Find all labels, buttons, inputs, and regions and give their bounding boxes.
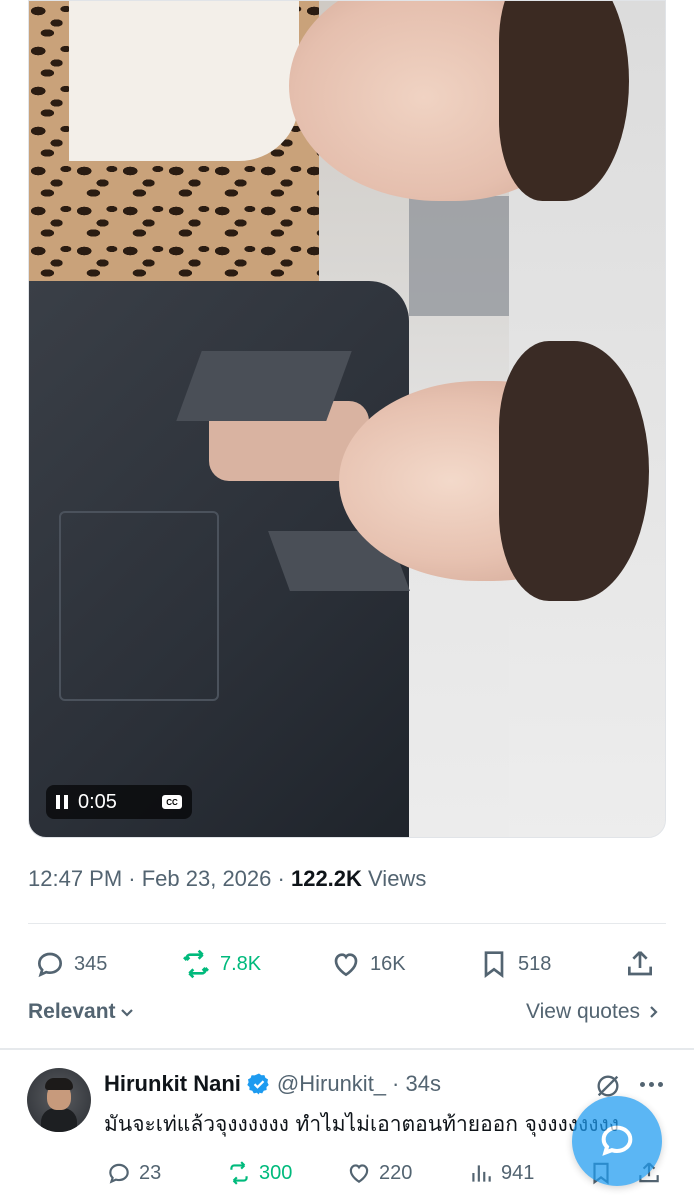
reply-count: 345 xyxy=(74,952,108,975)
reply-author-handle[interactable]: @Hirunkit_ xyxy=(277,1071,386,1097)
cc-icon[interactable]: CC xyxy=(162,795,182,809)
meta-separator: · xyxy=(122,866,142,891)
like-icon xyxy=(349,1164,369,1183)
view-quotes-label: View quotes xyxy=(525,1000,640,1023)
reply-views-button[interactable]: 941 xyxy=(468,1156,534,1190)
reply-reply-count: 23 xyxy=(139,1161,162,1184)
reply-button[interactable]: 345 xyxy=(34,944,107,984)
sort-label: Relevant xyxy=(28,1000,116,1023)
repost-icon xyxy=(230,1161,248,1185)
pause-icon[interactable] xyxy=(56,795,68,809)
share-button[interactable] xyxy=(624,944,656,984)
repost-button[interactable]: 7.8K xyxy=(180,944,261,984)
reply-header: Hirunkit Nani @Hirunkit_ · 34s xyxy=(104,1071,441,1097)
tweet-time[interactable]: 12:47 PM xyxy=(28,866,122,891)
like-count: 16K xyxy=(370,952,406,975)
verified-badge-icon xyxy=(247,1073,269,1095)
chevron-right-icon xyxy=(650,1006,658,1018)
video-controls: 0:05 CC xyxy=(46,785,192,819)
video-player[interactable] xyxy=(28,0,666,838)
view-quotes-link[interactable]: View quotes xyxy=(526,1000,660,1024)
reply-icon xyxy=(37,952,63,978)
tweet-action-bar: 345 7.8K 16K 518 xyxy=(0,944,694,984)
reply-like-count: 220 xyxy=(379,1161,413,1184)
reply-views-count: 941 xyxy=(501,1161,535,1184)
views-label: Views xyxy=(361,866,427,891)
avatar[interactable] xyxy=(27,1068,91,1132)
section-divider xyxy=(0,1048,694,1050)
reply-time[interactable]: · 34s xyxy=(392,1071,441,1097)
repost-count: 7.8K xyxy=(220,952,262,975)
bookmark-icon xyxy=(484,951,504,978)
reply-text: มันจะเท่แล้วจุงงงงงง ทำไมไม่เอาตอนท้ายออ… xyxy=(104,1112,620,1136)
sort-dropdown[interactable]: Relevant xyxy=(28,1000,134,1024)
video-frame xyxy=(29,1,665,837)
meta-separator: · xyxy=(271,866,291,891)
chevron-down-icon xyxy=(120,1009,133,1017)
reply-repost-count: 300 xyxy=(259,1161,293,1184)
views-count: 122.2K xyxy=(290,866,362,891)
tweet-date[interactable]: Feb 23, 2026 xyxy=(142,866,272,891)
compose-icon xyxy=(601,1125,633,1156)
like-button[interactable]: 16K xyxy=(330,944,406,984)
reply-author-name[interactable]: Hirunkit Nani xyxy=(104,1071,241,1097)
video-timestamp: 0:05 xyxy=(78,790,117,813)
compose-reply-button[interactable] xyxy=(572,1096,662,1186)
share-icon xyxy=(628,951,652,976)
like-icon xyxy=(334,953,358,977)
views-icon xyxy=(472,1165,491,1182)
bookmark-button[interactable]: 518 xyxy=(478,944,551,984)
reply-repost-button[interactable]: 300 xyxy=(226,1156,292,1190)
bookmark-count: 518 xyxy=(518,952,552,975)
reply-icon xyxy=(109,1163,129,1184)
divider xyxy=(28,923,666,924)
reply-like-button[interactable]: 220 xyxy=(346,1156,412,1190)
more-icon[interactable] xyxy=(640,1082,663,1087)
tweet-meta: 12:47 PM · Feb 23, 2026 · 122.2K Views xyxy=(28,866,426,892)
reply-reply-button[interactable]: 23 xyxy=(106,1156,161,1190)
repost-icon xyxy=(183,949,209,979)
